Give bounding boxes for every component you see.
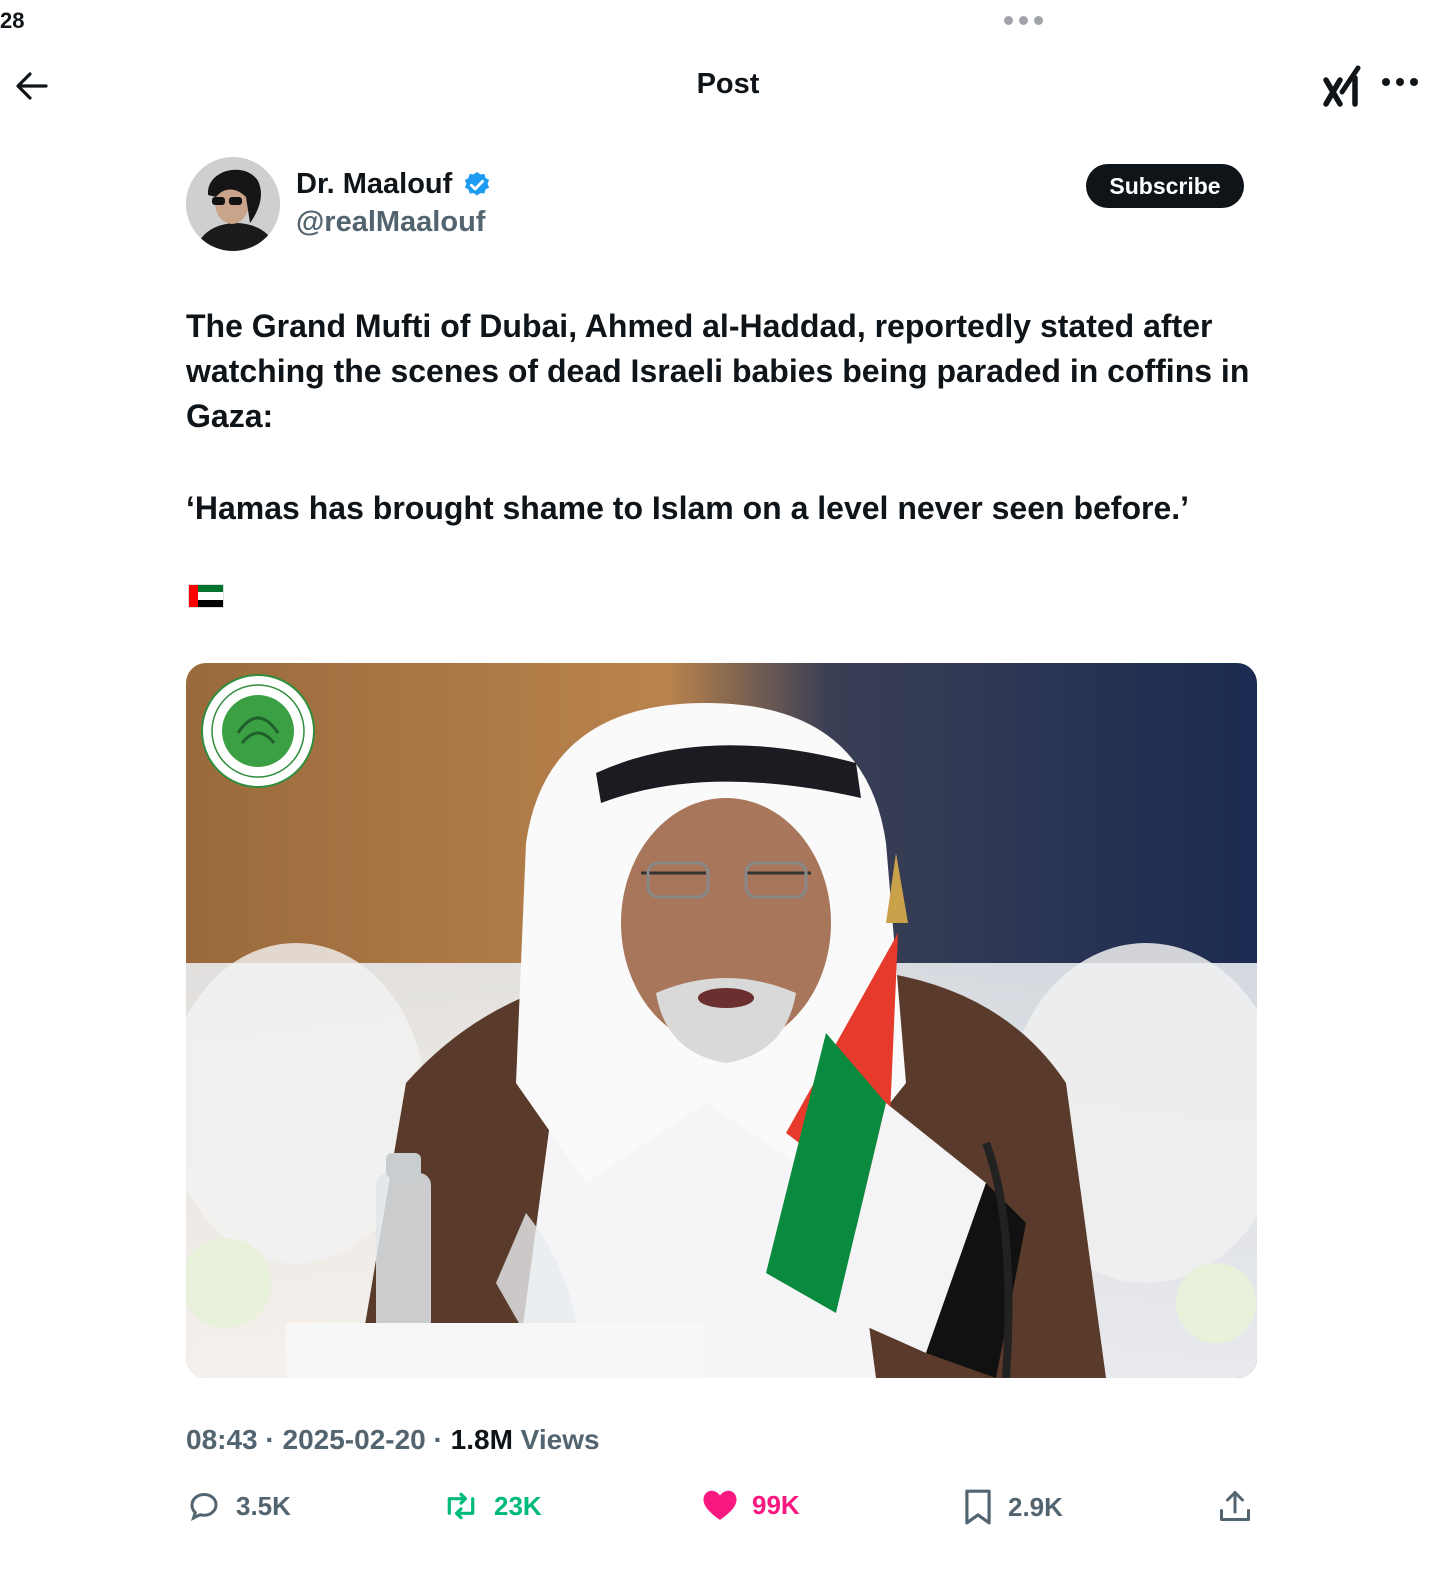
verified-badge-icon — [465, 171, 490, 196]
post-meta: 08:43 · 2025-02-20 · 1.8M Views — [186, 1424, 600, 1455]
author-name-text: Dr. Maalouf — [296, 168, 453, 200]
reply-icon — [190, 1492, 218, 1521]
post-date: 2025-02-20 — [282, 1424, 426, 1455]
repost-icon — [447, 1492, 475, 1520]
repost-button[interactable]: 23K — [442, 1488, 542, 1524]
uae-flag-icon — [188, 584, 224, 608]
like-count: 99K — [752, 1489, 800, 1520]
avatar[interactable] — [186, 157, 280, 251]
like-button[interactable]: 99K — [702, 1488, 800, 1522]
window-dots-icon[interactable] — [1004, 16, 1043, 25]
photo-mufti-with-uae-flag — [186, 663, 1257, 1378]
organization-seal — [201, 674, 315, 788]
bookmark-button[interactable]: 2.9K — [962, 1488, 1063, 1526]
bookmark-count: 2.9K — [1008, 1491, 1063, 1522]
avatar-image — [186, 157, 280, 251]
status-time: 28 — [0, 8, 25, 33]
post-time: 08:43 — [186, 1424, 258, 1455]
views-count: 1.8M — [450, 1424, 513, 1455]
repost-count: 23K — [494, 1490, 542, 1521]
subscribe-button[interactable]: Subscribe — [1086, 164, 1244, 208]
grok-icon — [1323, 65, 1361, 107]
post-quote: ‘Hamas has brought shame to Islam on a l… — [186, 490, 1190, 526]
reply-button[interactable]: 3.5K — [186, 1488, 291, 1524]
author-name[interactable]: Dr. Maalouf — [296, 168, 492, 201]
share-icon — [1220, 1491, 1250, 1521]
page-title: Post — [696, 68, 760, 100]
more-options-button[interactable] — [1382, 78, 1418, 86]
post-text: The Grand Mufti of Dubai, Ahmed al-Hadda… — [186, 308, 1250, 434]
share-button[interactable] — [1218, 1488, 1252, 1524]
reply-count: 3.5K — [236, 1490, 291, 1521]
heart-filled-icon — [703, 1490, 737, 1520]
post-image[interactable] — [186, 663, 1257, 1378]
views-label: Views — [520, 1424, 600, 1455]
author-handle[interactable]: @realMaalouf — [296, 206, 485, 239]
bookmark-icon — [965, 1489, 991, 1525]
grok-button[interactable] — [1322, 62, 1366, 108]
